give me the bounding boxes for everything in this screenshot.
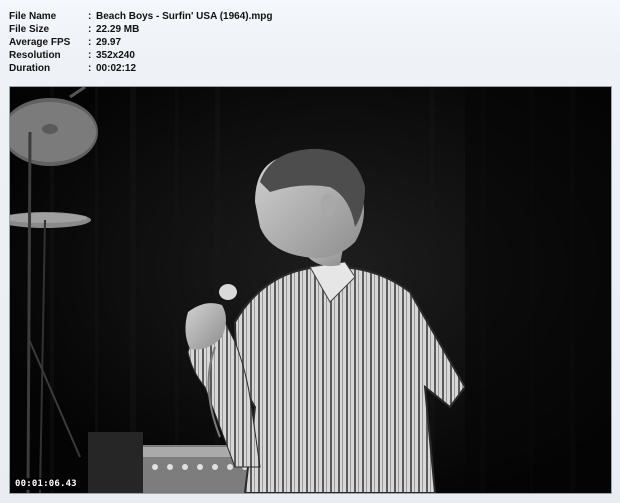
average-fps-row: Average FPS : 29.97 xyxy=(9,36,429,49)
resolution-separator: : xyxy=(88,50,92,61)
average-fps-label: Average FPS xyxy=(9,37,71,48)
average-fps-separator: : xyxy=(88,37,92,48)
file-size-row: File Size : 22.29 MB xyxy=(9,23,429,36)
file-info-panel: File Name : Beach Boys - Surfin' USA (19… xyxy=(9,10,429,75)
microphone xyxy=(219,284,237,300)
file-name-label: File Name xyxy=(9,11,57,22)
resolution-value: 352x240 xyxy=(96,50,135,61)
video-timestamp: 00:01:06.43 xyxy=(13,478,79,490)
duration-value: 00:02:12 xyxy=(96,63,137,74)
average-fps-value: 29.97 xyxy=(96,37,122,48)
video-frame: 00:01:06.43 xyxy=(9,86,612,494)
resolution-label: Resolution xyxy=(9,50,61,61)
file-size-label: File Size xyxy=(9,24,50,35)
resolution-row: Resolution : 352x240 xyxy=(9,49,429,62)
file-name-row: File Name : Beach Boys - Surfin' USA (19… xyxy=(9,10,429,23)
file-name-value: Beach Boys - Surfin' USA (1964).mpg xyxy=(96,11,273,22)
video-still-image xyxy=(10,87,611,493)
duration-row: Duration : 00:02:12 xyxy=(9,62,429,75)
file-size-separator: : xyxy=(88,24,92,35)
file-name-separator: : xyxy=(88,11,92,22)
file-size-value: 22.29 MB xyxy=(96,24,140,35)
duration-label: Duration xyxy=(9,63,51,74)
duration-separator: : xyxy=(88,63,92,74)
